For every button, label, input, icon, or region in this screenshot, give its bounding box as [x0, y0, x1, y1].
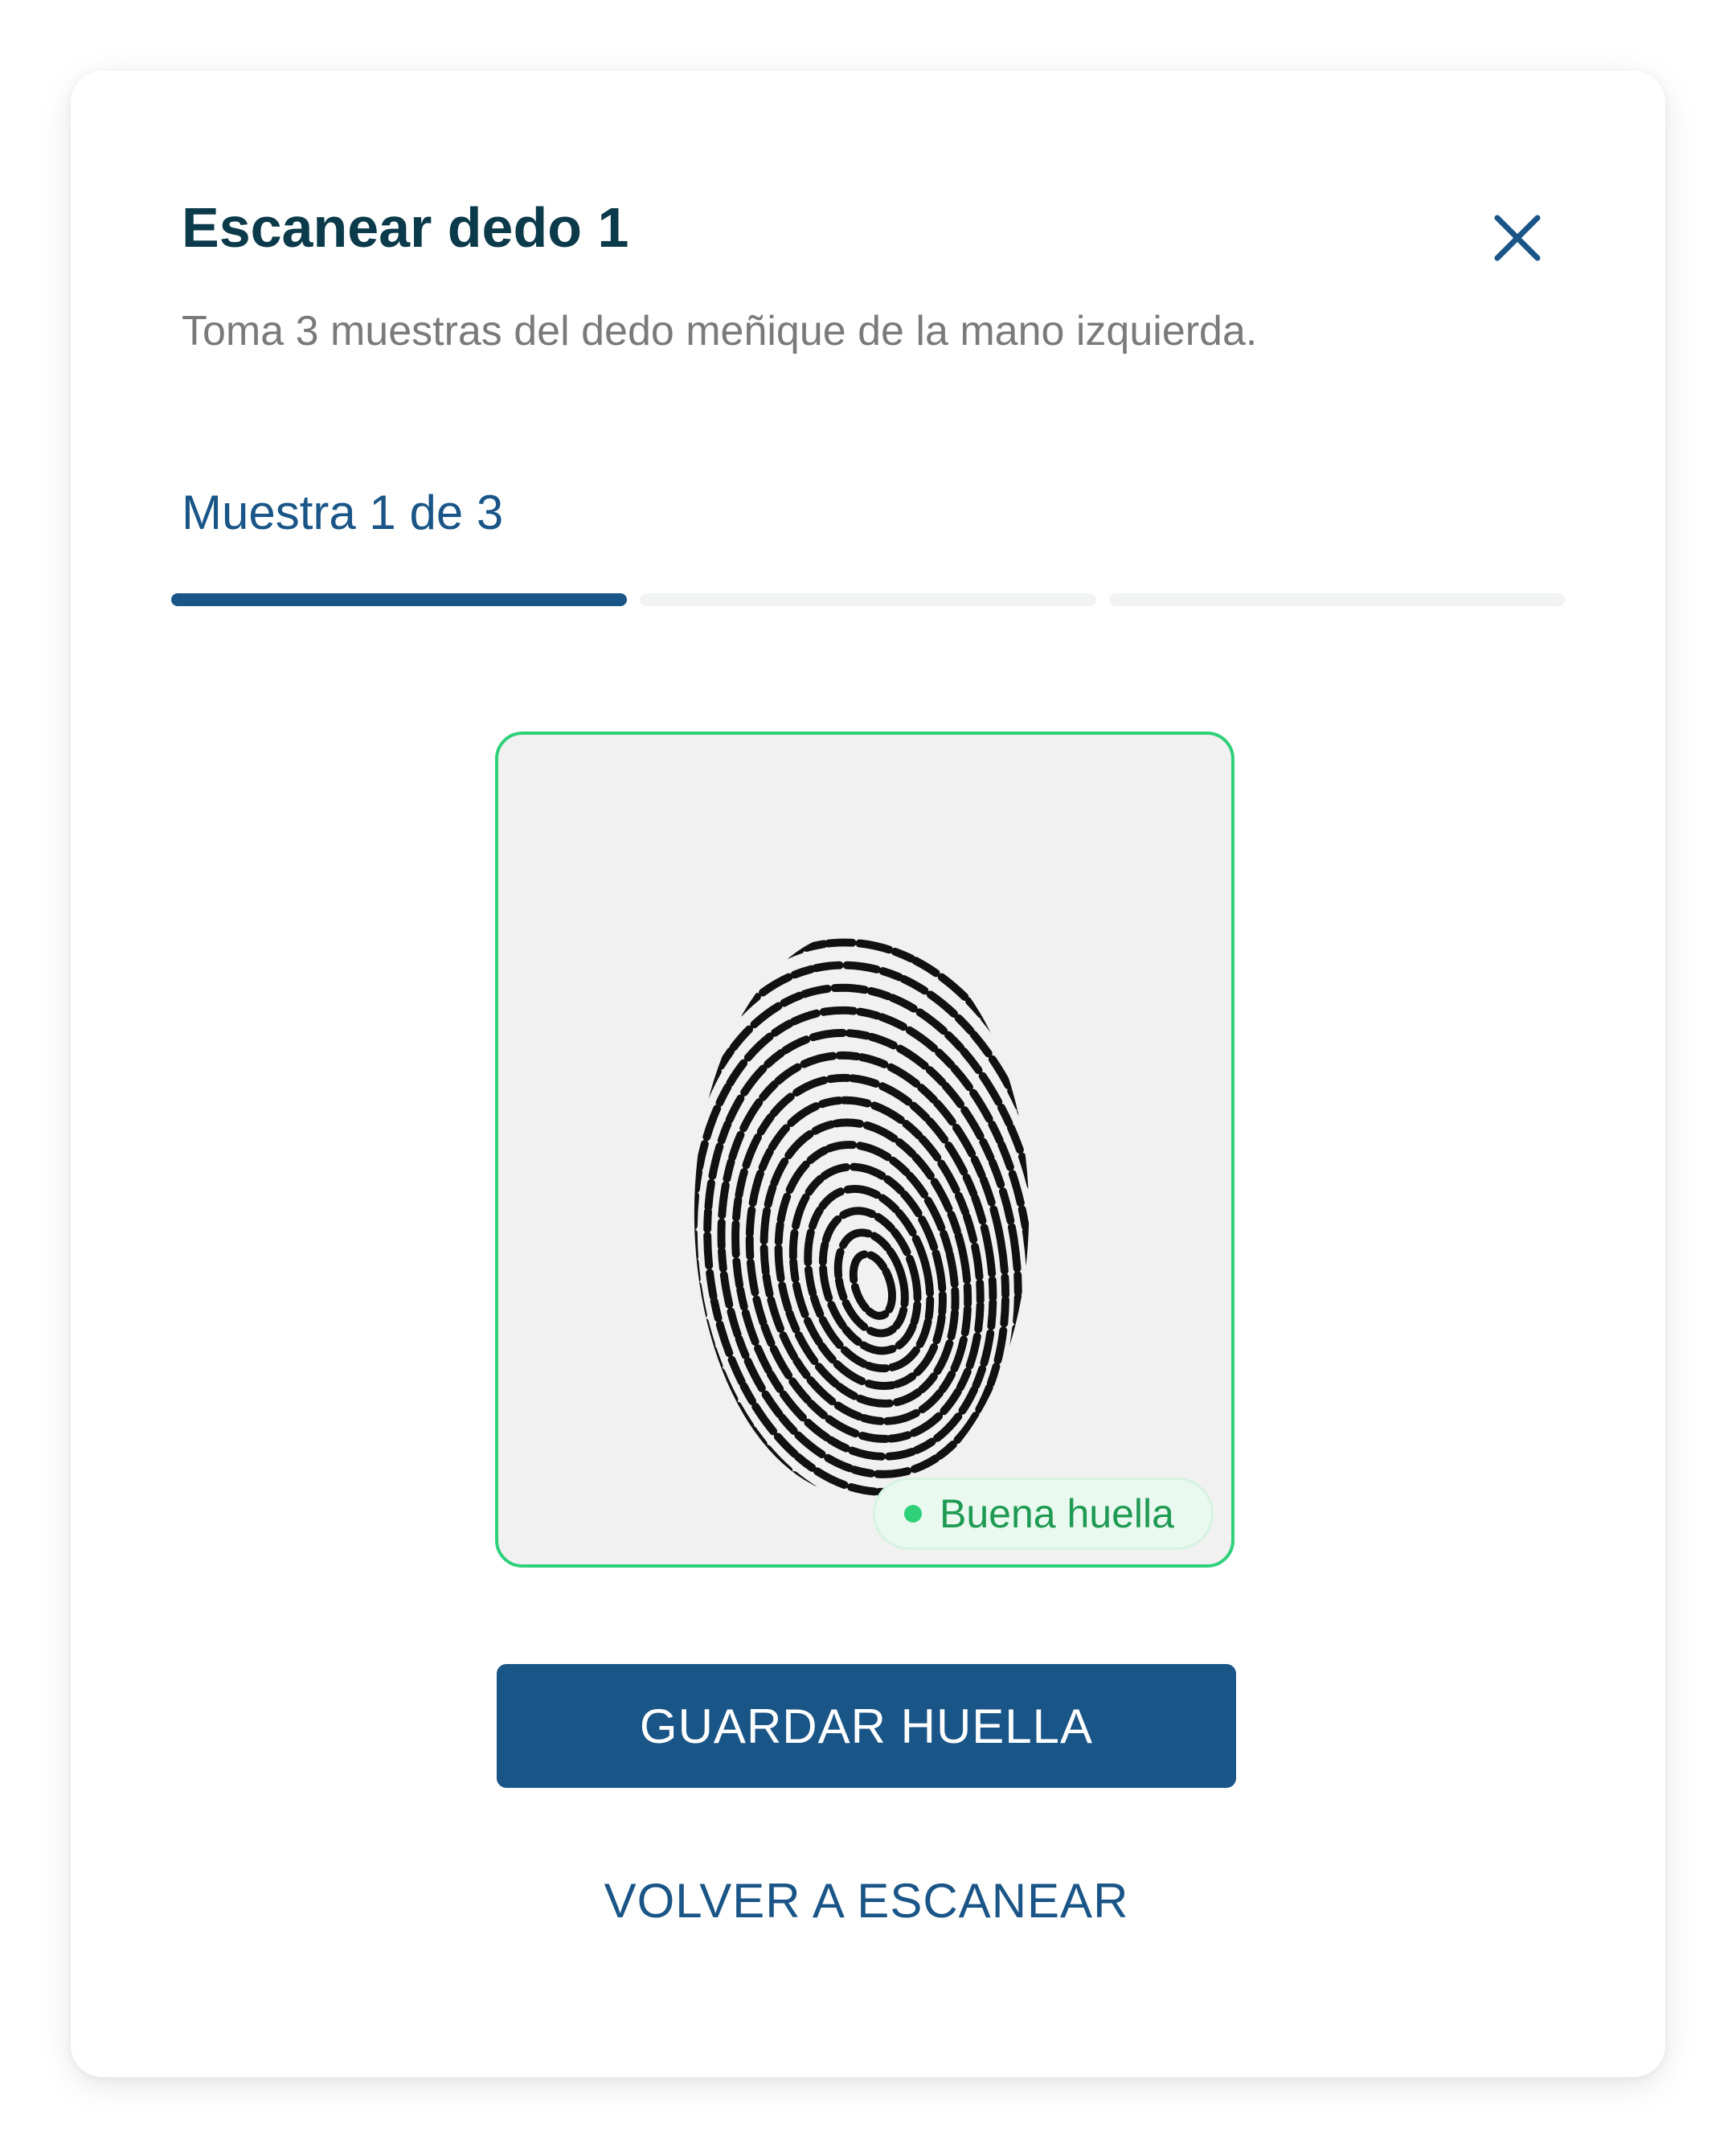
dialog-title: Escanear dedo 1	[182, 196, 629, 259]
dialog-subtitle: Toma 3 muestras del dedo meñique de la m…	[182, 308, 1258, 355]
fingerprint-ridge	[818, 1207, 922, 1355]
status-dot-icon	[904, 1505, 922, 1523]
close-icon	[1494, 215, 1541, 261]
rescan-button[interactable]: VOLVER A ESCANEAR	[497, 1868, 1236, 1933]
scan-finger-dialog: Escanear dedo 1 Toma 3 muestras del dedo…	[71, 71, 1665, 2077]
quality-badge: Buena huella	[873, 1478, 1214, 1550]
fingerprint-ridge	[694, 929, 1030, 1498]
progress-segment-2	[640, 593, 1096, 606]
fingerprint-image	[694, 929, 1030, 1498]
progress-segment-1	[171, 593, 628, 606]
close-button[interactable]	[1485, 206, 1550, 270]
sample-counter: Muestra 1 de 3	[182, 486, 504, 539]
quality-label: Buena huella	[940, 1491, 1174, 1536]
save-fingerprint-button[interactable]: GUARDAR HUELLA	[497, 1664, 1236, 1788]
fingerprint-scan-preview: Buena huella	[495, 732, 1234, 1568]
sample-progress-bar	[171, 593, 1565, 606]
fingerprint-ridge	[694, 929, 1030, 1498]
progress-segment-3	[1108, 593, 1565, 606]
